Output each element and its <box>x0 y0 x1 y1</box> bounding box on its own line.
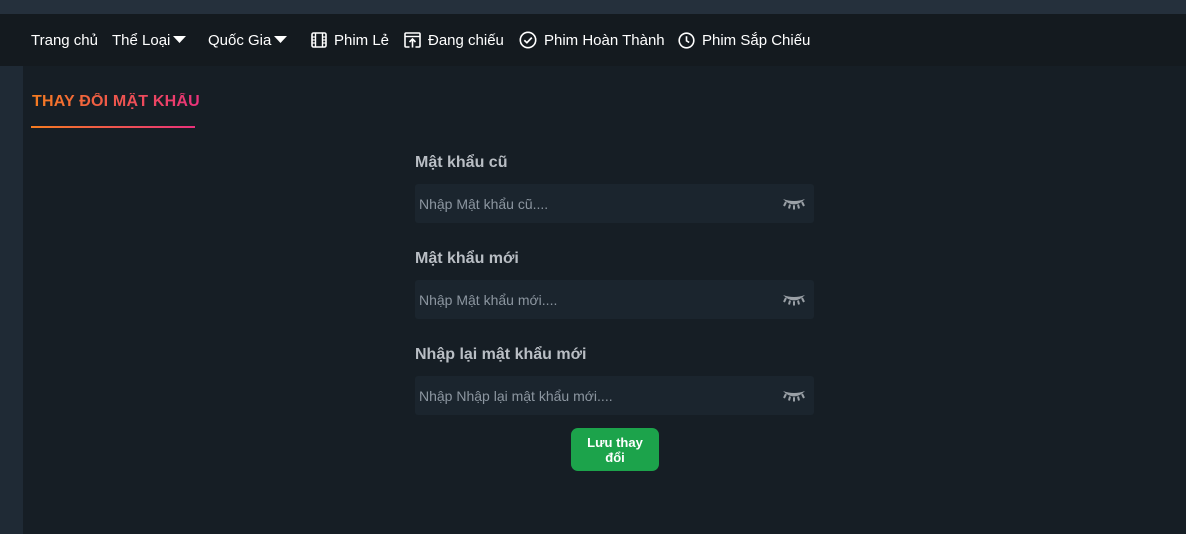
nav-single-movies[interactable]: Phim Lẻ <box>311 14 389 66</box>
clock-icon <box>678 31 695 49</box>
nav-home-label: Trang chủ <box>31 31 98 49</box>
nav-country-dropdown[interactable]: Quốc Gia <box>208 14 288 66</box>
top-strip <box>0 0 1186 14</box>
confirm-password-input[interactable] <box>415 376 775 415</box>
caret-down-icon <box>173 36 187 44</box>
eye-closed-icon[interactable] <box>782 195 806 212</box>
save-changes-button[interactable]: Lưu thay đổi <box>571 428 659 471</box>
confirm-password-field-wrapper <box>415 376 814 415</box>
eye-closed-icon[interactable] <box>782 291 806 308</box>
eye-closed-icon[interactable] <box>782 387 806 404</box>
nav-completed-movies-label: Phim Hoàn Thành <box>544 31 665 49</box>
check-circle-icon <box>519 31 537 49</box>
new-password-field-wrapper <box>415 280 814 319</box>
upload-box-icon <box>404 32 421 48</box>
film-icon <box>311 32 327 48</box>
nav-now-showing[interactable]: Đang chiếu <box>404 14 504 66</box>
new-password-label: Mật khẩu mới <box>415 250 519 267</box>
left-gutter <box>0 66 23 534</box>
old-password-label: Mật khẩu cũ <box>415 154 508 171</box>
main-content: THAY ĐỔI MẬT KHẨU Mật khẩu cũ Mật khẩu m… <box>23 66 1186 534</box>
caret-down-icon <box>274 36 288 44</box>
nav-upcoming-movies-label: Phim Sắp Chiếu <box>702 31 811 49</box>
nav-home[interactable]: Trang chủ <box>31 14 98 66</box>
nav-genre-label: Thể Loại <box>112 31 171 49</box>
confirm-password-label: Nhập lại mật khẩu mới <box>415 346 587 363</box>
nav-genre-dropdown[interactable]: Thể Loại <box>112 14 187 66</box>
nav-country-label: Quốc Gia <box>208 31 272 49</box>
new-password-input[interactable] <box>415 280 775 319</box>
old-password-input[interactable] <box>415 184 775 223</box>
title-underline <box>31 126 195 128</box>
nav-completed-movies[interactable]: Phim Hoàn Thành <box>519 14 665 66</box>
nav-single-movies-label: Phim Lẻ <box>334 31 390 49</box>
main-navbar: Trang chủ Thể Loại Quốc Gia Phim Lẻ Đang… <box>0 14 1186 66</box>
nav-now-showing-label: Đang chiếu <box>428 31 504 49</box>
page-title: THAY ĐỔI MẬT KHẨU <box>32 93 200 110</box>
old-password-field-wrapper <box>415 184 814 223</box>
nav-upcoming-movies[interactable]: Phim Sắp Chiếu <box>678 14 810 66</box>
